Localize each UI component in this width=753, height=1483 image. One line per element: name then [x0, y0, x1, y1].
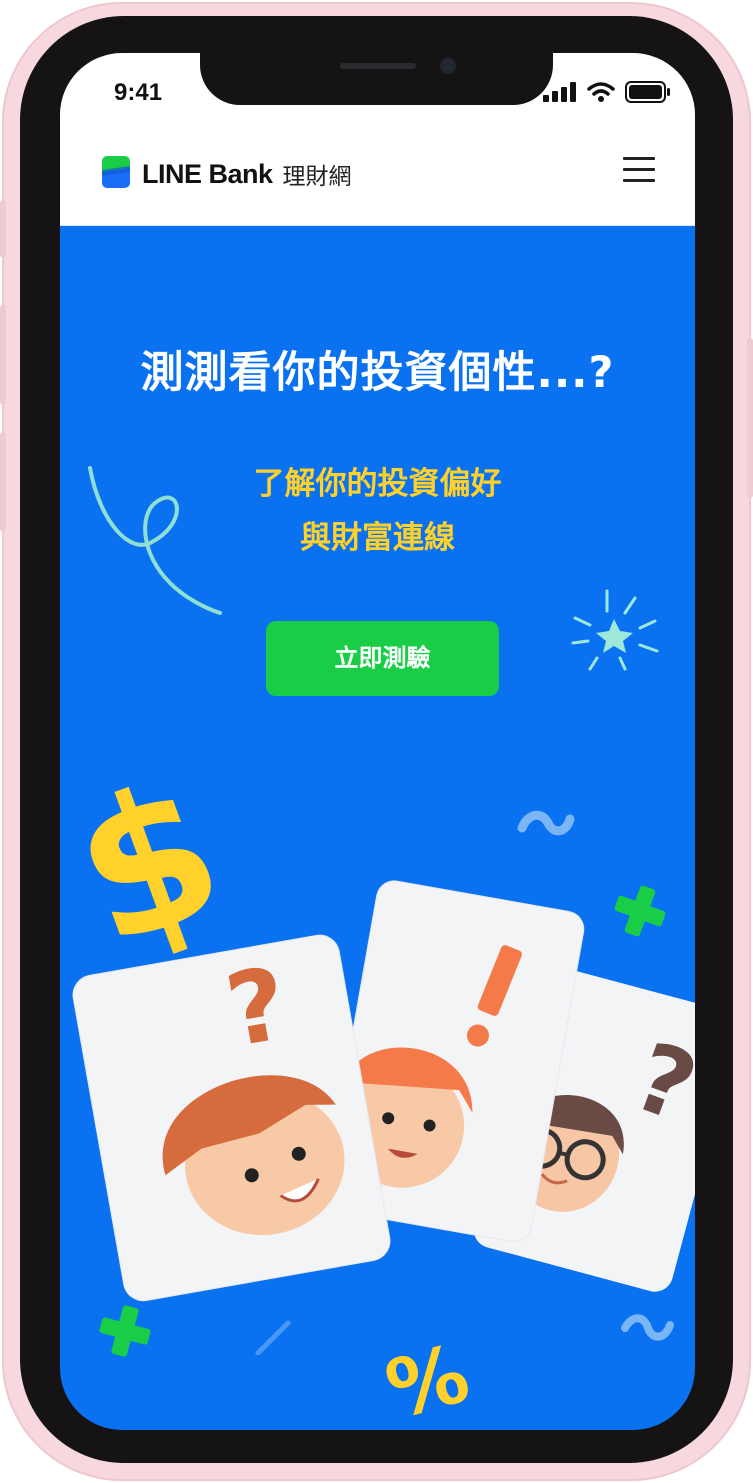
brand-subname: 理財網: [282, 164, 352, 190]
hero-title: 測測看你的投資個性...?: [140, 348, 615, 398]
side-button-left-1: [0, 200, 6, 258]
hero-illustration: $ % ? ?: [60, 466, 695, 1430]
status-icons: [543, 81, 671, 103]
squiggle-decoration-1: [517, 810, 575, 836]
phone-notch: [200, 53, 553, 105]
plus-decoration-2: [99, 1305, 151, 1357]
phone-screen: $ % ? ? 9:41 LINE Bank 理財網 測測看你的投資個性...?…: [60, 53, 695, 1430]
hero-subtitle-line-1: 了解你的投資偏好: [253, 466, 502, 502]
notch-camera: [440, 58, 456, 74]
notch-speaker: [340, 63, 416, 69]
percent-decoration: %: [377, 1327, 478, 1430]
status-time: 9:41: [114, 79, 163, 106]
signal-icon: [543, 82, 576, 102]
side-button-left-2: [0, 305, 6, 405]
brand-logo[interactable]: LINE Bank 理財網: [102, 156, 352, 192]
start-quiz-button[interactable]: 立即測驗: [266, 621, 499, 696]
line-bank-logo-icon: [102, 156, 130, 188]
slash-decoration: [255, 1320, 291, 1356]
squiggle-decoration-2: [621, 1314, 674, 1341]
hero-subtitle: 了解你的投資偏好 與財富連線: [60, 457, 695, 565]
star-shape: [596, 619, 633, 653]
plus-decoration-1: [614, 885, 666, 937]
side-button-right: [747, 338, 753, 498]
site-header: LINE Bank 理財網: [60, 153, 695, 226]
brand-name: LINE Bank: [142, 158, 273, 189]
hamburger-menu-icon[interactable]: [623, 157, 655, 187]
wifi-icon: [587, 82, 615, 102]
side-button-left-3: [0, 432, 6, 532]
hero-subtitle-line-2: 與財富連線: [300, 520, 455, 556]
battery-icon: [625, 81, 670, 103]
card-boy-face: ?: [72, 934, 391, 1302]
